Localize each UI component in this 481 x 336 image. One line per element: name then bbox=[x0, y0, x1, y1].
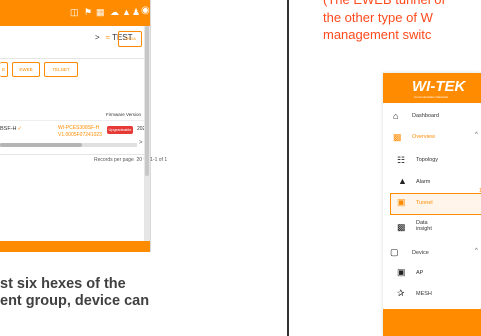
window-icon[interactable]: ◫ bbox=[70, 7, 79, 17]
building-icon: ▩ bbox=[393, 132, 402, 142]
account-icon[interactable]: ◉ bbox=[141, 6, 150, 16]
note-line-3: management switc bbox=[323, 27, 432, 42]
firmware-version-header: Firmware Version bbox=[106, 112, 142, 117]
footer-bar bbox=[0, 241, 150, 252]
nav-topology[interactable]: Topology bbox=[416, 157, 438, 163]
page-range: 1-1 of 1 bbox=[150, 157, 168, 163]
users-icon[interactable]: ♟ bbox=[132, 7, 140, 17]
data-insight-line-2: insight bbox=[416, 226, 432, 232]
nav-tunnel[interactable]: Tunnel bbox=[416, 200, 433, 206]
nav-ap[interactable]: AP bbox=[416, 270, 423, 276]
upgradeable-badge[interactable]: Upgradeable bbox=[107, 126, 133, 134]
home-icon: ⌂ bbox=[393, 111, 399, 121]
cloud-icon[interactable]: ☁ bbox=[110, 7, 119, 17]
bell-icon[interactable]: ▲ bbox=[122, 7, 131, 17]
model-cell: BSF-H✓ bbox=[0, 126, 22, 132]
column-divider bbox=[287, 0, 289, 336]
badge-icon[interactable]: ⚑ bbox=[84, 7, 92, 17]
witek-logo: WI-TEK bbox=[412, 78, 466, 95]
caption-line-1: st six hexes of the bbox=[0, 276, 126, 292]
grid-icon[interactable]: ▦ bbox=[96, 7, 105, 17]
nav-dashboard[interactable]: Dashboard bbox=[412, 113, 439, 119]
firmware-line-2: V1.0005F07241023 bbox=[58, 132, 102, 138]
horizontal-scrollbar[interactable] bbox=[0, 143, 137, 147]
topology-icon: ☷ bbox=[397, 155, 406, 165]
firmware-cell[interactable]: WI-PCES308SF-H V1.0005F07241023 bbox=[58, 125, 102, 139]
nav-alarm[interactable]: Alarm bbox=[416, 179, 430, 185]
telnet-button[interactable]: TELNET bbox=[44, 62, 78, 77]
edit-icon[interactable]: ✓ bbox=[18, 126, 23, 132]
note-text: (The EWEB tunnel of the other type of W … bbox=[323, 0, 445, 44]
chevron-up-icon[interactable]: ^ bbox=[475, 132, 478, 138]
caption-text: st six hexes of the ent group, device ca… bbox=[0, 276, 149, 310]
header-divider bbox=[0, 120, 146, 121]
orga-button[interactable]: ORGA bbox=[118, 31, 142, 47]
mesh-icon: ✰ bbox=[397, 288, 405, 298]
model-text: BSF-H bbox=[0, 126, 17, 132]
nav-device[interactable]: Device bbox=[412, 250, 429, 256]
vertical-scrollbar[interactable] bbox=[144, 26, 150, 241]
alarm-bell-icon: ▲ bbox=[398, 176, 407, 186]
action-button-e[interactable]: E bbox=[0, 62, 8, 77]
scroll-thumb[interactable] bbox=[0, 143, 82, 147]
nav-mesh[interactable]: MESH bbox=[416, 291, 432, 297]
firmware-line-1: WI-PCES308SF-H bbox=[58, 125, 100, 131]
chevron-up-icon-2[interactable]: ^ bbox=[475, 248, 478, 254]
tunnel-icon: ▣ bbox=[397, 197, 406, 207]
records-per-page-select[interactable]: 20 bbox=[137, 157, 143, 163]
note-line-1: (The EWEB tunnel of bbox=[323, 0, 445, 9]
logo-subtitle: Communication Networks bbox=[414, 95, 449, 99]
scroll-right-icon[interactable]: > bbox=[139, 140, 143, 146]
breadcrumb-arrow: > bbox=[95, 33, 100, 42]
vscroll-thumb[interactable] bbox=[145, 26, 149, 176]
ap-icon: ▣ bbox=[397, 267, 406, 277]
nav-overview[interactable]: Overview bbox=[412, 134, 435, 140]
nav-footer bbox=[383, 309, 481, 336]
monitor-icon: ▢ bbox=[390, 247, 399, 257]
caption-line-2: ent group, device can bbox=[0, 293, 150, 309]
pagination: Records per page 20 ▾ 1-1 of 1 bbox=[94, 157, 167, 163]
records-per-page-label: Records per page bbox=[94, 157, 134, 163]
note-line-2: the other type of W bbox=[323, 9, 433, 25]
nav-data-insight[interactable]: Data insight bbox=[416, 220, 432, 232]
data-insight-icon: ▩ bbox=[397, 222, 406, 232]
eweb-button[interactable]: EWEB bbox=[12, 62, 40, 77]
wifi-icon: ≈ bbox=[105, 33, 111, 42]
